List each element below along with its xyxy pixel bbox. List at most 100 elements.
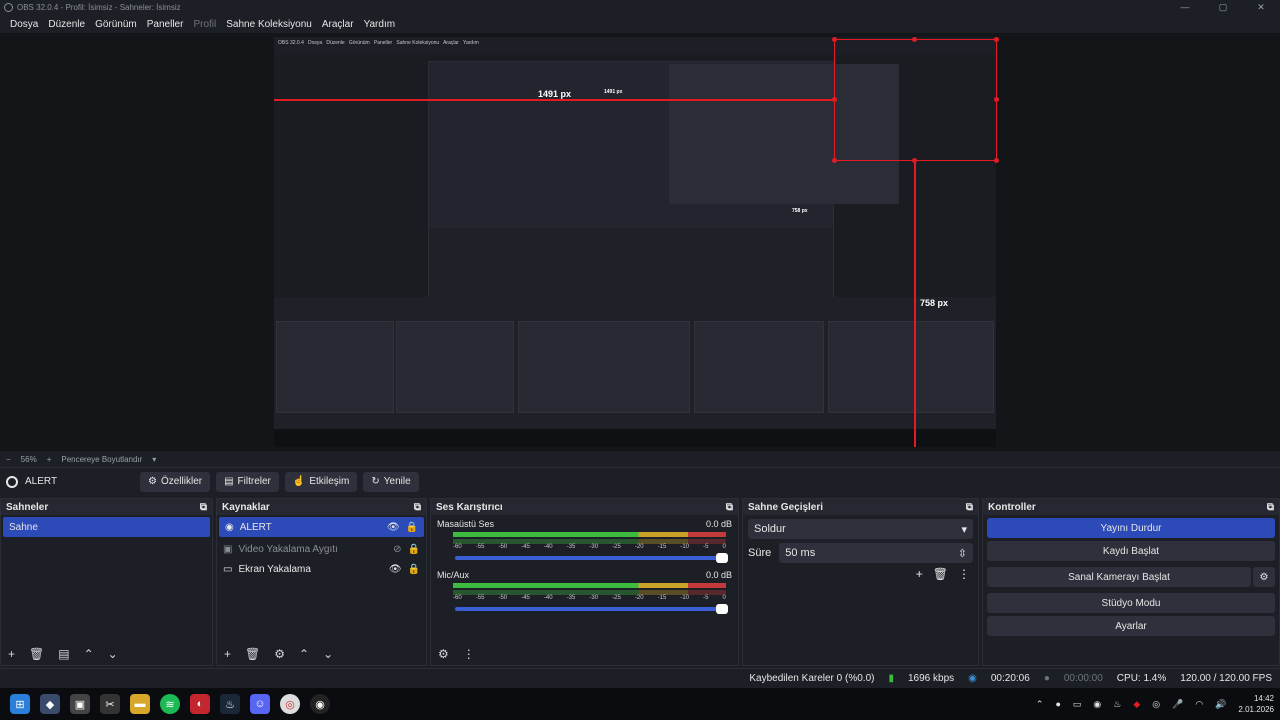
wifi-icon[interactable]: ◠ (1195, 699, 1203, 710)
menu-file[interactable]: Dosya (5, 19, 43, 30)
volume-slider[interactable] (455, 604, 728, 614)
app-icon[interactable]: ✂ (100, 694, 120, 714)
undock-icon[interactable]: ⧉ (726, 502, 733, 513)
zoom-out-button[interactable]: − (6, 455, 11, 464)
source-item[interactable]: ◉ ALERT 👁 🔒 (219, 517, 424, 537)
menu-docks[interactable]: Paneller (142, 19, 189, 30)
filters-button[interactable]: ▤ Filtreler (216, 471, 279, 492)
minimize-icon[interactable]: — (1166, 0, 1204, 14)
move-up-icon[interactable]: ⌃ (299, 647, 309, 661)
tray-icon[interactable]: ◉ (1093, 699, 1101, 710)
lock-icon[interactable]: 🔒 (408, 564, 420, 575)
add-icon[interactable]: + (8, 647, 15, 661)
properties-button[interactable]: ⚙ Özellikler (140, 471, 211, 492)
steam-tray-icon[interactable]: ♨ (1113, 699, 1121, 710)
transitions-title: Sahne Geçişleri (748, 501, 824, 513)
obs-taskbar-icon[interactable]: ◉ (310, 694, 330, 714)
eye-icon[interactable]: 👁 (387, 522, 400, 533)
app-icon[interactable]: ◆ (40, 694, 60, 714)
eye-hidden-icon[interactable]: ⊘ (393, 544, 401, 555)
microphone-icon[interactable]: 🎤 (1172, 699, 1183, 710)
source-label: ALERT (239, 521, 272, 533)
menu-tools[interactable]: Araçlar (317, 19, 359, 30)
undock-icon[interactable]: ⧉ (966, 502, 973, 513)
virtual-camera-settings-icon[interactable]: ⚙ (1253, 567, 1275, 587)
record-time: 00:00:00 (1063, 672, 1103, 684)
scene-item[interactable]: Sahne (3, 517, 210, 537)
app-icon[interactable]: ◐ (190, 694, 210, 714)
dropped-frames: Kaybedilen Kareler 0 (%0.0) (749, 672, 875, 684)
volume-slider[interactable] (455, 553, 728, 563)
measure-line-vertical (914, 161, 916, 447)
studio-mode-button[interactable]: Stüdyo Modu (987, 593, 1275, 613)
mixer-track: Mic/Aux 0.0 dB -60 -55 -50 -45 -40 -35 -30 -25 -2… (437, 570, 732, 614)
slider-knob[interactable] (716, 604, 728, 614)
windows-start-icon[interactable]: ⊞ (10, 694, 30, 714)
close-icon[interactable]: ✕ (1242, 0, 1280, 14)
stop-stream-button[interactable]: Yayını Durdur (987, 518, 1275, 538)
move-down-icon[interactable]: ⌄ (108, 647, 118, 661)
hand-icon: ☝ (292, 476, 306, 487)
duration-label: Süre (748, 547, 772, 559)
menu-edit[interactable]: Düzenle (43, 19, 90, 30)
source-item[interactable]: ▣ Video Yakalama Aygıtı ⊘ 🔒 (217, 539, 426, 559)
filter-icon[interactable]: ▤ (58, 647, 69, 661)
mixer-title: Ses Karıştırıcı (436, 501, 503, 513)
spin-icon[interactable]: ⇳ (958, 547, 967, 560)
lock-icon[interactable]: 🔒 (406, 522, 418, 533)
chevron-down-icon[interactable]: ▾ (152, 455, 156, 464)
start-record-button[interactable]: Kaydı Başlat (987, 541, 1275, 561)
app-icon[interactable]: ▣ (70, 694, 90, 714)
tray-icon[interactable]: ▭ (1073, 699, 1082, 710)
transition-select[interactable]: Soldur ▾ (748, 519, 973, 539)
add-icon[interactable]: + (916, 567, 923, 581)
handle-dot (832, 97, 837, 102)
slider-knob[interactable] (716, 553, 728, 563)
more-icon[interactable]: ⋮ (958, 567, 970, 581)
mixer-settings-icon[interactable]: ⚙ (438, 647, 449, 661)
gear-icon[interactable]: ⚙ (274, 647, 285, 661)
undock-icon[interactable]: ⧉ (200, 502, 207, 513)
tray-icon[interactable]: ◆ (1133, 699, 1140, 710)
add-icon[interactable]: + (224, 647, 231, 661)
chevron-up-icon[interactable]: ⌃ (1036, 699, 1044, 710)
zoom-in-button[interactable]: + (47, 455, 52, 464)
tray-icon[interactable]: ◎ (1152, 699, 1160, 710)
source-item[interactable]: ▭ Ekran Yakalama 👁 🔒 (217, 559, 426, 579)
menu-profile[interactable]: Profil (188, 19, 221, 30)
undock-icon[interactable]: ⧉ (414, 502, 421, 513)
spotify-icon[interactable]: ≋ (160, 694, 180, 714)
trash-icon[interactable]: 🗑 (245, 647, 260, 661)
undock-icon[interactable]: ⧉ (1267, 502, 1274, 513)
steam-icon[interactable]: ♨ (220, 694, 240, 714)
folder-icon[interactable]: ▬ (130, 694, 150, 714)
clock[interactable]: 14:42 2.01.2026 (1238, 693, 1274, 715)
trash-icon[interactable]: 🗑 (933, 567, 948, 581)
trash-icon[interactable]: 🗑 (29, 647, 44, 661)
more-icon[interactable]: ⋮ (463, 647, 475, 661)
duration-spinbox[interactable]: 50 ms ⇳ (779, 543, 973, 563)
discord-icon[interactable]: ☺ (250, 694, 270, 714)
move-up-icon[interactable]: ⌃ (84, 647, 94, 661)
handle-dot (912, 158, 917, 163)
virtual-camera-button[interactable]: Sanal Kamerayı Başlat (987, 567, 1251, 587)
handle-dot (994, 37, 999, 42)
lock-icon[interactable]: 🔒 (408, 544, 420, 555)
tray-icon[interactable]: ● (1055, 699, 1060, 709)
interact-button[interactable]: ☝ Etkileşim (284, 471, 358, 492)
menu-help[interactable]: Yardım (359, 19, 401, 30)
settings-button[interactable]: Ayarlar (987, 616, 1275, 636)
eye-icon[interactable]: 👁 (389, 564, 402, 575)
scale-mode[interactable]: Pencereye Boyutlandır (61, 455, 142, 464)
properties-label: Özellikler (160, 476, 203, 487)
duration-value: 50 ms (785, 547, 816, 559)
volume-icon[interactable]: 🔊 (1215, 699, 1226, 710)
refresh-button[interactable]: ↻ Yenile (363, 471, 419, 492)
menu-scene-collection[interactable]: Sahne Koleksiyonu (221, 19, 317, 30)
maximize-icon[interactable]: ▢ (1204, 0, 1242, 14)
move-down-icon[interactable]: ⌄ (323, 647, 333, 661)
track-name: Masaüstü Ses (437, 519, 495, 529)
menu-view[interactable]: Görünüm (90, 19, 142, 30)
chrome-icon[interactable]: ◎ (280, 694, 300, 714)
scene-label: Sahne (9, 521, 38, 533)
